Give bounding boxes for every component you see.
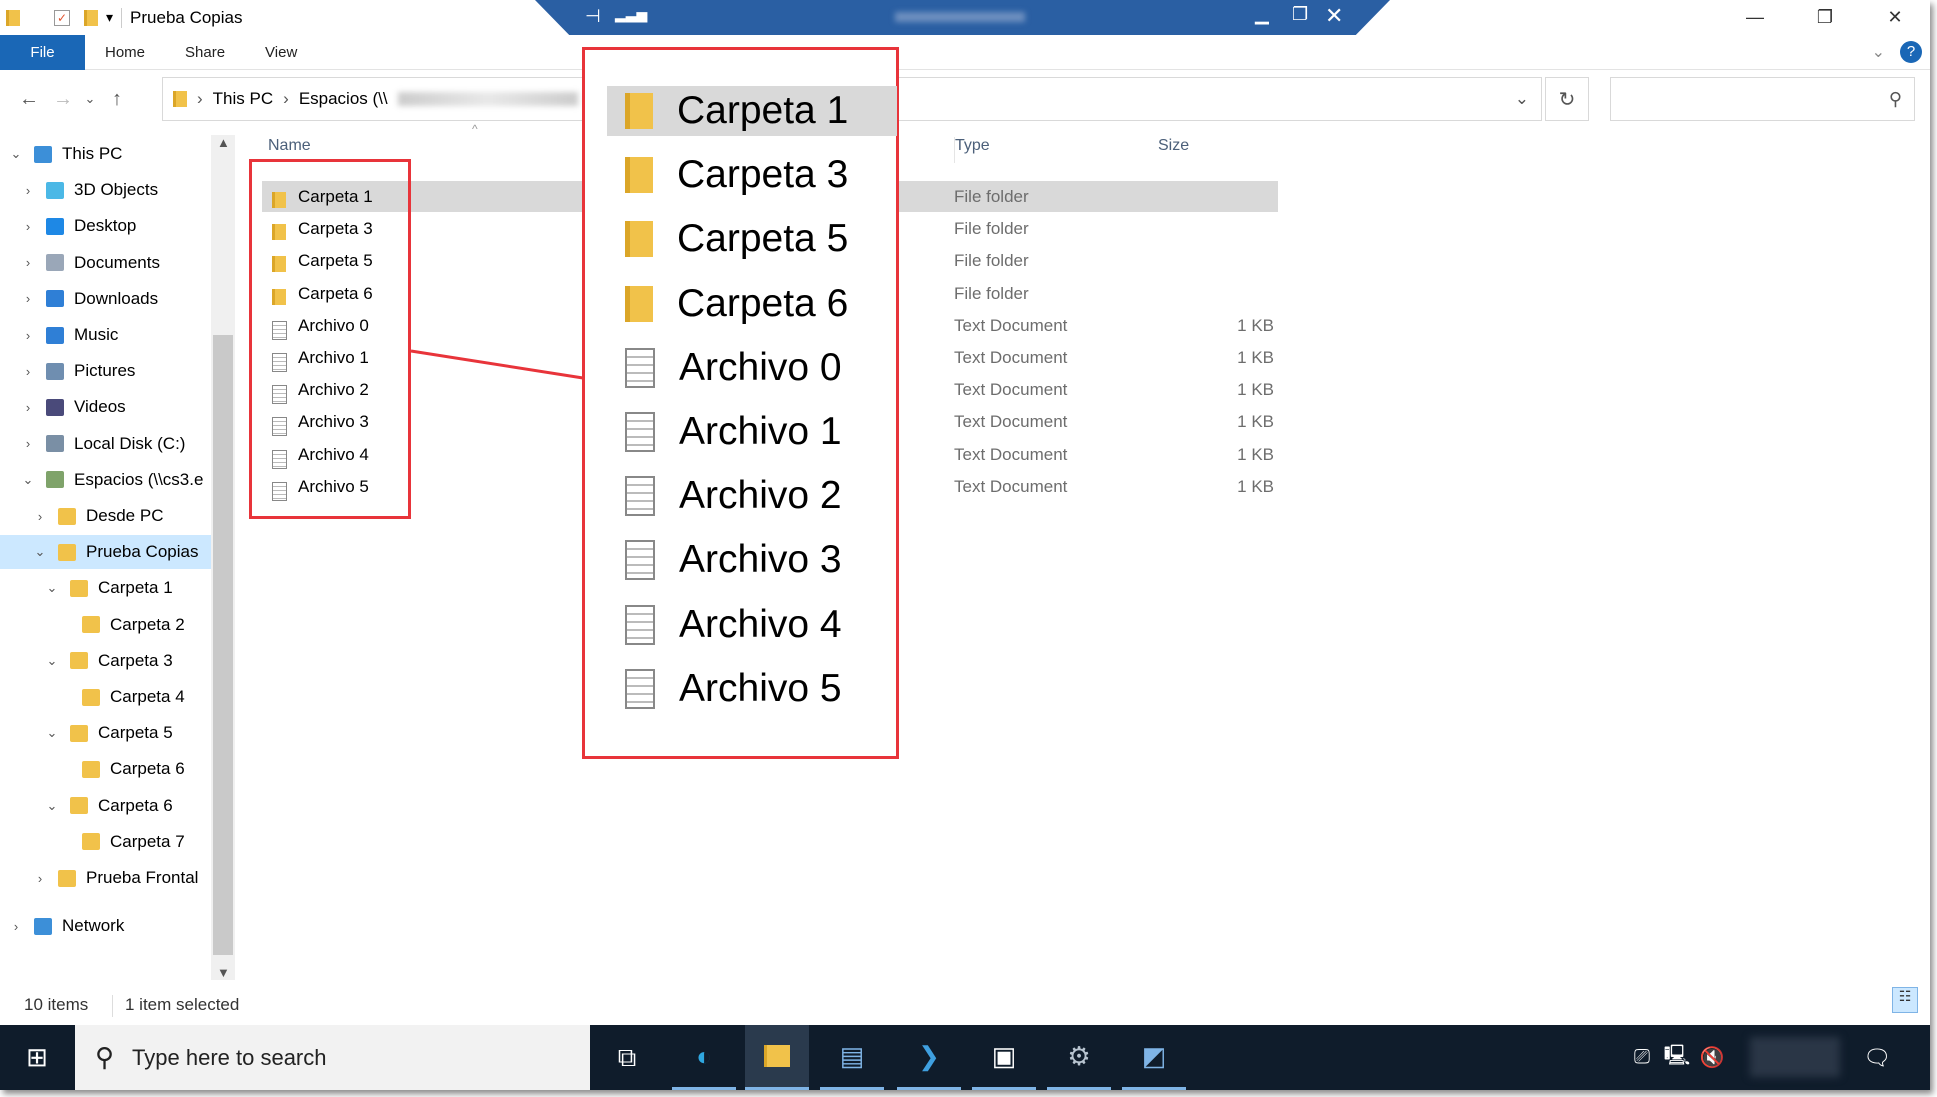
taskbar-search-placeholder: Type here to search	[132, 1044, 327, 1070]
callout-item-label: Archivo 0	[679, 345, 842, 389]
callout-item: Carpeta 3	[607, 150, 897, 200]
file-explorer-icon[interactable]	[745, 1025, 809, 1090]
callout-item-label: Carpeta 6	[677, 281, 849, 325]
notifications-icon[interactable]: 🗨	[1845, 1025, 1909, 1090]
callout-item: Archivo 5	[607, 664, 897, 714]
taskbar-search[interactable]: ⚲ Type here to search	[75, 1025, 590, 1090]
text-document-icon	[625, 347, 655, 388]
text-document-icon	[625, 476, 655, 517]
start-windows-icon[interactable]: ⊞	[5, 1025, 69, 1090]
edge-icon[interactable]: ◐	[672, 1025, 736, 1090]
callout-item-label: Archivo 2	[679, 474, 842, 518]
server-manager-icon[interactable]: ▤	[820, 1025, 884, 1090]
blurred-clock[interactable]	[1750, 1037, 1840, 1077]
item-count: 10 items	[24, 995, 89, 1014]
callout-item: Archivo 4	[607, 600, 897, 650]
text-document-icon	[625, 540, 655, 581]
callout-item-label: Archivo 3	[679, 538, 842, 582]
callout-item-label: Archivo 4	[679, 602, 842, 646]
command-prompt-icon[interactable]: ▣	[972, 1025, 1036, 1090]
text-document-icon	[625, 604, 655, 645]
folder-icon	[625, 93, 653, 129]
powershell-icon[interactable]: ❯	[897, 1025, 961, 1090]
zoom-callout: Carpeta 1 Carpeta 3 Carpeta 5 Carpeta 6 Arch…	[582, 47, 899, 759]
text-document-icon	[625, 412, 655, 452]
callout-item-label: Carpeta 1	[677, 89, 849, 132]
details-view-icon[interactable]: ☷	[1892, 987, 1918, 1013]
callout-item: Carpeta 6	[607, 279, 897, 329]
callout-item-label: Carpeta 5	[677, 217, 849, 261]
volume-muted-icon[interactable]: 🔇	[1680, 1025, 1744, 1090]
file-explorer-window: ✓ ▾ Prueba Copias — ❐ ✕ ⊣ ▂▃▅ ▁ ❐ ✕ File…	[0, 0, 1930, 1090]
callout-item: Archivo 0	[607, 343, 897, 393]
settings-icon[interactable]: ⚙	[1047, 1025, 1111, 1090]
folder-icon	[625, 221, 653, 258]
folder-icon	[625, 157, 653, 194]
remote-desktop-icon[interactable]: ◩	[1122, 1025, 1186, 1090]
callout-item: Archivo 2	[607, 471, 897, 521]
callout-item: Archivo 3	[607, 535, 897, 585]
callout-item: Carpeta 1	[607, 86, 897, 136]
callout-item-label: Archivo 1	[679, 410, 842, 453]
selection-count: 1 item selected	[125, 995, 240, 1014]
callout-item-label: Carpeta 3	[677, 153, 849, 197]
taskbar: ⊞ ⚲ Type here to search ⧉ ◐ ▤ ❯ ▣ ⚙ ◩ ⎚ …	[0, 1025, 1930, 1090]
folder-icon	[625, 285, 653, 322]
status-bar: 10 items 1 item selected ☷ ▭	[0, 987, 1930, 1021]
task-view-icon[interactable]: ⧉	[595, 1025, 659, 1090]
search-icon: ⚲	[95, 1042, 115, 1072]
callout-item-label: Archivo 5	[679, 666, 842, 710]
callout-connector	[410, 349, 584, 380]
callout-item: Carpeta 5	[607, 214, 897, 264]
callout-item: Archivo 1	[607, 407, 897, 457]
text-document-icon	[625, 668, 655, 709]
